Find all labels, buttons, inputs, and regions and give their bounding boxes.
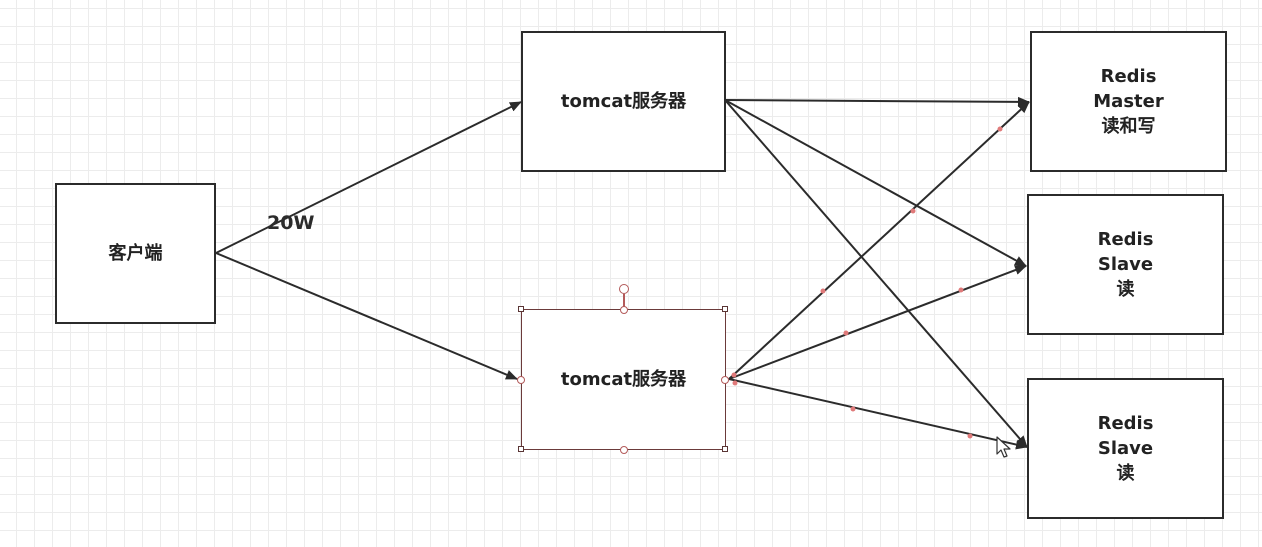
diagram-canvas[interactable]: 客户端 tomcat服务器 tomcat服务器 Redis Master 读和写…: [0, 0, 1262, 547]
edge-client-to-tomcat-top[interactable]: [215, 101, 522, 254]
edge-tomcat-bottom-to-slave-1[interactable]: [728, 265, 1027, 380]
edge-tomcat-bottom-to-slave-2[interactable]: [728, 378, 1028, 450]
waypoint-dot[interactable]: [967, 433, 973, 439]
redis-slave-1-line-1: Redis: [1097, 229, 1154, 250]
connect-point-left[interactable]: [517, 376, 525, 384]
mouse-cursor-icon: [996, 436, 1011, 458]
redis-slave-1-line-2: Slave: [1097, 254, 1154, 275]
edge-waypoints: [731, 126, 1003, 439]
redis-master-line-3: 读和写: [1101, 116, 1156, 137]
connect-point-bottom[interactable]: [620, 446, 628, 454]
rotate-handle[interactable]: [619, 284, 629, 294]
edge-tomcat-top-to-slave-2[interactable]: [724, 99, 1028, 448]
node-redis-master[interactable]: Redis Master 读和写: [1030, 31, 1227, 172]
redis-slave-2-line-3: 读: [1116, 463, 1135, 484]
connect-point-top[interactable]: [620, 306, 628, 314]
resize-handle-top-left[interactable]: [518, 306, 524, 312]
connect-point-right[interactable]: [721, 376, 729, 384]
resize-handle-bottom-right[interactable]: [722, 446, 728, 452]
resize-handle-top-right[interactable]: [722, 306, 728, 312]
node-client-label: 客户端: [108, 243, 163, 264]
edge-tomcat-top-to-slave-1[interactable]: [724, 99, 1027, 267]
waypoint-dot[interactable]: [958, 287, 964, 293]
redis-slave-2-line-2: Slave: [1097, 438, 1154, 459]
node-tomcat-top[interactable]: tomcat服务器: [521, 31, 726, 172]
node-tomcat-bottom[interactable]: tomcat服务器: [521, 309, 726, 450]
waypoint-dot[interactable]: [732, 380, 738, 386]
node-client[interactable]: 客户端: [55, 183, 216, 324]
edge-tomcat-top-to-master[interactable]: [724, 96, 1030, 107]
redis-master-line-1: Redis: [1100, 66, 1157, 87]
node-redis-slave-1[interactable]: Redis Slave 读: [1027, 194, 1224, 335]
waypoint-dot[interactable]: [820, 288, 826, 294]
node-tomcat-top-label: tomcat服务器: [560, 91, 687, 112]
waypoint-dot[interactable]: [843, 330, 849, 336]
redis-slave-2-line-1: Redis: [1097, 413, 1154, 434]
waypoint-dot[interactable]: [997, 126, 1003, 132]
resize-handle-bottom-left[interactable]: [518, 446, 524, 452]
waypoint-dot[interactable]: [910, 208, 916, 214]
node-redis-slave-2[interactable]: Redis Slave 读: [1027, 378, 1224, 519]
node-tomcat-bottom-label: tomcat服务器: [560, 369, 687, 390]
redis-slave-1-line-3: 读: [1116, 279, 1135, 300]
redis-master-line-2: Master: [1093, 91, 1164, 112]
edge-tomcat-bottom-to-master[interactable]: [728, 101, 1030, 380]
edge-label-20w: 20W: [267, 212, 315, 234]
waypoint-dot[interactable]: [850, 406, 856, 412]
edge-client-to-tomcat-bottom[interactable]: [215, 252, 518, 380]
waypoint-dot[interactable]: [731, 372, 737, 378]
